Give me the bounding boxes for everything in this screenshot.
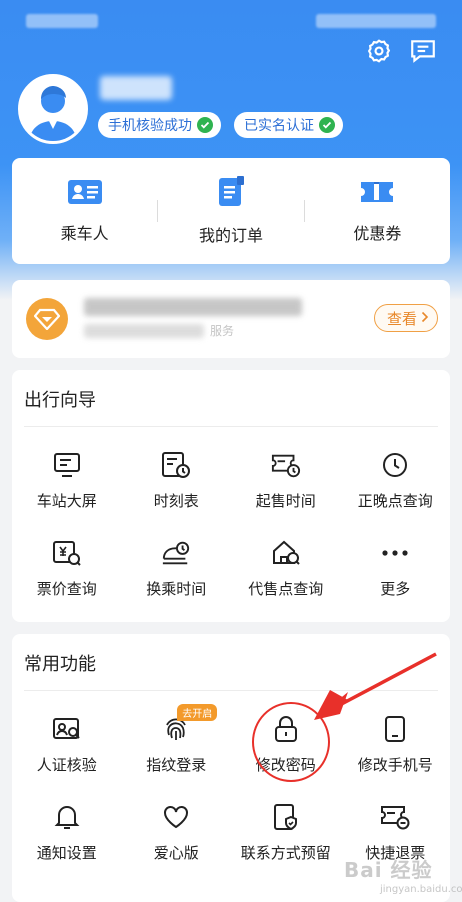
transfer-train-icon [161,538,191,568]
quick-item-label: 我的订单 [198,226,263,245]
common-item-notification-settings[interactable]: 通知设置 [12,788,122,876]
timetable-icon [161,450,191,480]
check-icon [197,117,213,133]
badge-label: 手机核验成功 [108,118,192,134]
view-button[interactable]: 查看 [373,304,438,332]
section-title: 出行向导 [24,390,96,411]
grid-item-label: 爱心版 [153,843,199,862]
grid-item-label: 人证核验 [36,755,97,774]
guide-item-fare-query[interactable]: 票价查询 [12,524,122,612]
clock-icon [380,450,410,480]
chevron-right-icon [421,309,429,327]
status-bar-right [316,14,436,28]
agency-house-icon [271,538,301,568]
baidu-watermark-url: jingyan.baidu.com [380,884,462,895]
grid-item-label: 时刻表 [153,491,199,510]
phone-verified-badge: 手机核验成功 [98,112,221,138]
user-avatar-icon [21,77,85,141]
member-title-blurred [84,298,302,316]
heart-icon [161,802,191,832]
fare-query-icon [52,538,82,568]
guide-item-sale-time[interactable]: 起售时间 [231,436,341,524]
common-item-contact-reserve[interactable]: 联系方式预留 [231,788,341,876]
enable-tag[interactable]: 去开启 [177,703,218,721]
guide-item-delay-query[interactable]: 正晚点查询 [341,436,451,524]
quick-item-passenger[interactable]: 乘车人 [12,178,157,244]
guide-item-timetable[interactable]: 时刻表 [122,436,232,524]
grid-item-label: 更多 [380,579,411,598]
grid-item-label: 车站大屏 [36,491,97,510]
grid-item-label: 指纹登录 [146,755,207,774]
quick-item-orders[interactable]: 我的订单 [158,176,303,246]
grid-item-label: 票价查询 [36,579,97,598]
status-bar-left [26,14,98,28]
grid-item-label: 正晚点查询 [357,491,433,510]
member-subtitle: 服务 [210,324,235,338]
grid-item-label: 起售时间 [255,491,316,510]
bell-icon [52,802,82,832]
sale-time-icon [271,450,301,480]
guide-item-more[interactable]: 更多 [341,524,451,612]
guide-grid: 车站大屏 时刻表 起售时间 正晚点查询 票价查询 换乘时间 代售点查询 更多 [12,436,450,612]
username-blurred [100,76,172,100]
quick-item-coupon[interactable]: 优惠券 [305,178,450,244]
refund-ticket-icon [380,802,410,832]
grid-item-label: 换乘时间 [146,579,207,598]
contact-shield-icon [271,802,301,832]
quick-item-label: 优惠券 [353,224,402,243]
grid-item-label: 通知设置 [36,843,97,862]
passenger-card-icon [67,178,103,210]
badge-label: 已实名认证 [244,118,314,134]
common-item-id-verify[interactable]: 人证核验 [12,700,122,788]
member-subtitle-blurred [84,324,204,338]
baidu-watermark: Bai 经验 [344,858,433,882]
common-item-care-mode[interactable]: 爱心版 [122,788,232,876]
common-item-fingerprint-login[interactable]: 去开启 指纹登录 [122,700,232,788]
guide-item-transfer-time[interactable]: 换乘时间 [122,524,232,612]
message-icon[interactable] [408,36,438,66]
avatar[interactable] [18,74,88,144]
guide-item-agency-query[interactable]: 代售点查询 [231,524,341,612]
divider [24,426,438,427]
guide-item-station-screen[interactable]: 车站大屏 [12,436,122,524]
annotation-arrow-icon [314,652,437,720]
travel-guide-section: 出行向导 车站大屏 时刻表 起售时间 正晚点查询 票价查询 换乘时间 代售点查询… [12,370,450,622]
order-list-icon [216,176,246,212]
station-screen-icon [52,450,82,480]
view-label: 查看 [386,309,417,328]
grid-item-label: 联系方式预留 [240,843,331,862]
coupon-icon [359,178,395,210]
section-title: 常用功能 [24,654,96,675]
quick-item-label: 乘车人 [60,224,109,243]
id-verify-icon [52,714,82,744]
realname-verified-badge: 已实名认证 [234,112,343,138]
more-dots-icon [380,538,410,568]
fingerprint-icon: 去开启 [161,703,218,744]
quick-actions-card: 乘车人 我的订单 优惠券 [12,158,450,264]
grid-item-label: 修改手机号 [357,755,433,774]
diamond-badge-icon [26,298,68,340]
member-banner[interactable]: 服务 查看 [12,280,450,358]
check-icon [319,117,335,133]
settings-gear-icon[interactable] [364,36,394,66]
grid-item-label: 代售点查询 [248,579,324,598]
